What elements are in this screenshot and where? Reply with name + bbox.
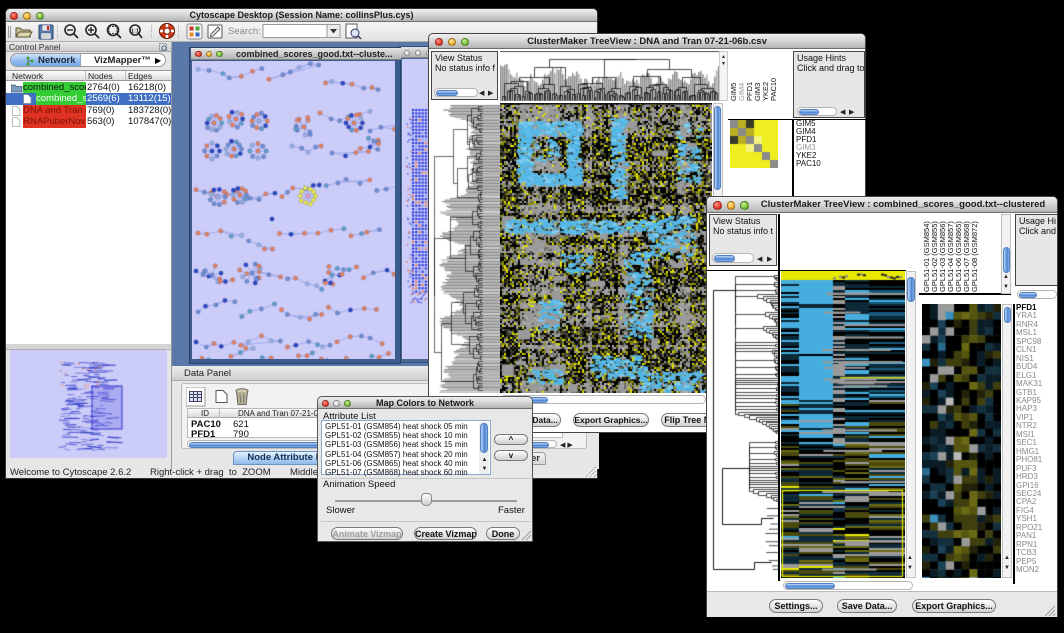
svg-text:Search:: Search: [228, 26, 261, 37]
svg-text:1:1: 1:1 [131, 29, 139, 35]
